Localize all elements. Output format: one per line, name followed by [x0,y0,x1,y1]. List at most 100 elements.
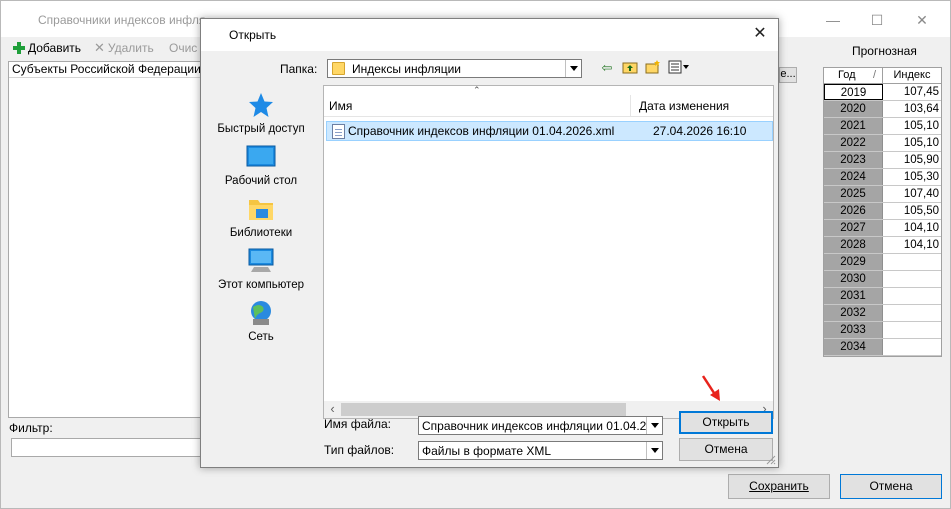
year-cell[interactable]: 2034 [824,339,883,355]
plus-icon [13,42,25,54]
chevron-down-icon[interactable] [646,442,662,459]
year-cell[interactable]: 2022 [824,135,883,151]
dialog-titlebar: Открыть ✕ [201,19,778,51]
table-row[interactable]: 2021 105,10 [824,118,941,135]
table-row[interactable]: 2022 105,10 [824,135,941,152]
index-cell[interactable]: 105,50 [883,203,941,219]
chevron-down-icon[interactable] [565,60,581,77]
index-column-header[interactable]: Индекс [883,68,941,83]
year-cell[interactable]: 2021 [824,118,883,134]
table-row[interactable]: 2029 [824,254,941,271]
file-row[interactable]: Справочник индексов инфляции 01.04.2026.… [326,121,773,141]
folder-select[interactable]: Индексы инфляции [327,59,582,78]
place-quick-access[interactable]: Быстрый доступ [215,89,307,141]
index-cell[interactable] [883,322,941,338]
scroll-left-icon[interactable]: ‹ [324,401,341,418]
resize-grip-icon[interactable] [764,453,776,465]
up-folder-icon[interactable] [621,60,639,76]
dialog-close-icon[interactable]: ✕ [750,24,770,44]
year-cell[interactable]: 2033 [824,322,883,338]
forecast-label: Прогнозная [852,44,917,58]
name-column-header[interactable]: Имя [324,95,631,116]
folder-label: Папка: [280,62,318,76]
file-list[interactable]: ⌃ Имя Дата изменения Справочник индексов… [323,85,774,419]
table-row[interactable]: 2033 [824,322,941,339]
table-row[interactable]: 2034 [824,339,941,356]
dialog-cancel-button[interactable]: Отмена [679,438,773,461]
index-cell[interactable]: 105,10 [883,118,941,134]
file-type-select[interactable]: Файлы в формате XML [418,441,663,460]
new-folder-icon[interactable] [644,60,662,76]
year-cell[interactable]: 2020 [824,101,883,117]
year-cell[interactable]: 2031 [824,288,883,304]
scroll-thumb[interactable] [341,403,626,416]
regions-list[interactable]: Субъекты Российской Федерации [8,61,204,418]
year-cell[interactable]: 2030 [824,271,883,287]
index-cell[interactable] [883,305,941,321]
save-button[interactable]: Сохранить [728,474,830,499]
index-table[interactable]: Год / Индекс 2019 107,45 2020 103,64 2021 105… [823,67,942,357]
open-button[interactable]: Открыть [679,411,773,434]
place-desktop[interactable]: Рабочий стол [215,141,307,193]
year-column-header[interactable]: Год / [824,68,883,83]
year-cell[interactable]: 2027 [824,220,883,236]
index-cell[interactable]: 104,10 [883,237,941,253]
table-row[interactable]: 2024 105,30 [824,169,941,186]
table-row[interactable]: 2028 104,10 [824,237,941,254]
file-type-value: Файлы в формате XML [422,443,552,458]
date-column-header[interactable]: Дата изменения [631,95,773,116]
table-row[interactable]: 2023 105,90 [824,152,941,169]
back-icon[interactable]: ⇦ [598,60,616,76]
year-cell[interactable]: 2032 [824,305,883,321]
file-name-input[interactable]: Справочник индексов инфляции 01.04.2026.… [418,416,663,435]
add-button[interactable]: Добавить [13,40,81,56]
table-row[interactable]: 2025 107,40 [824,186,941,203]
place-libraries[interactable]: Библиотеки [215,193,307,245]
main-cancel-button[interactable]: Отмена [840,474,942,499]
year-cell[interactable]: 2026 [824,203,883,219]
table-row[interactable]: 2027 104,10 [824,220,941,237]
table-row[interactable]: 2031 [824,288,941,305]
libraries-icon [246,195,276,223]
file-date: 27.04.2026 16:10 [653,124,747,138]
table-row[interactable]: 2030 [824,271,941,288]
table-row[interactable]: 2032 [824,305,941,322]
index-cell[interactable] [883,271,941,287]
index-cell[interactable] [883,288,941,304]
year-cell[interactable]: 2025 [824,186,883,202]
chevron-down-icon[interactable] [646,417,662,434]
index-cell[interactable]: 105,10 [883,135,941,151]
open-dialog: Открыть ✕ Папка: Индексы инфляции ⇦ Быст… [200,18,779,468]
index-cell[interactable] [883,254,941,270]
index-cell[interactable]: 107,45 [883,84,941,100]
file-name: Справочник индексов инфляции 01.04.2026.… [348,124,615,138]
delete-button[interactable]: ✕ Удалить [94,40,154,56]
browse-button[interactable]: е... [779,67,797,83]
year-cell[interactable]: 2019 [824,84,883,100]
xml-file-icon [332,123,345,139]
table-row[interactable]: 2026 105,50 [824,203,941,220]
file-type-label: Тип файлов: [324,443,395,457]
clear-button[interactable]: Очис [169,40,197,56]
year-cell[interactable]: 2023 [824,152,883,168]
table-row[interactable]: 2019 107,45 [824,84,941,101]
index-cell[interactable]: 104,10 [883,220,941,236]
year-cell[interactable]: 2028 [824,237,883,253]
year-cell[interactable]: 2029 [824,254,883,270]
place-network[interactable]: Сеть [215,297,307,349]
year-cell[interactable]: 2024 [824,169,883,185]
index-cell[interactable] [883,339,941,355]
maximize-icon[interactable]: ☐ [867,11,887,29]
index-cell[interactable]: 103,64 [883,101,941,117]
place-this-pc[interactable]: Этот компьютер [215,245,307,297]
filter-input[interactable] [11,438,203,457]
close-icon[interactable]: ✕ [912,11,932,29]
index-table-header: Год / Индекс [824,68,941,84]
index-cell[interactable]: 107,40 [883,186,941,202]
index-cell[interactable]: 105,90 [883,152,941,168]
minimize-icon[interactable]: — [823,11,843,29]
table-row[interactable]: 2020 103,64 [824,101,941,118]
index-cell[interactable]: 105,30 [883,169,941,185]
view-menu-icon[interactable] [667,60,691,76]
red-arrow-icon [701,375,720,401]
